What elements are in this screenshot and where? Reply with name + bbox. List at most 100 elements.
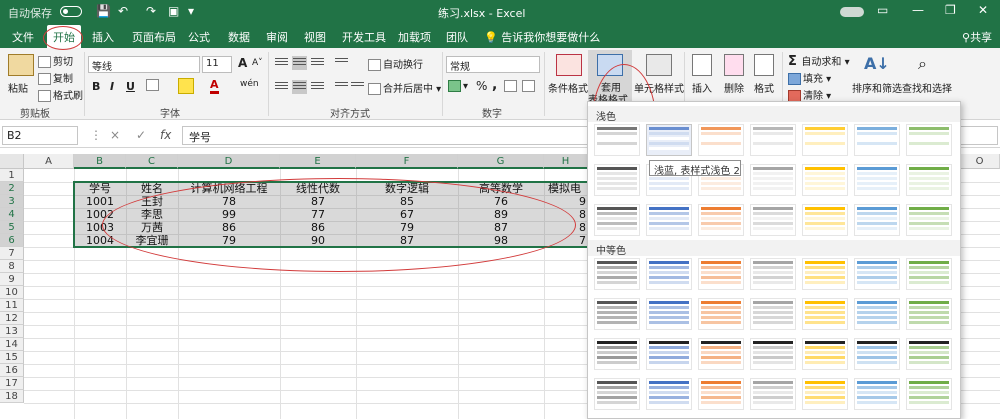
- row-header[interactable]: 12: [0, 312, 24, 325]
- currency-icon[interactable]: ▾: [448, 80, 468, 92]
- fill-color-icon[interactable]: [178, 78, 194, 94]
- undo-icon[interactable]: ↶: [118, 4, 128, 18]
- table-style-swatch[interactable]: [906, 164, 952, 196]
- wrap-text-button[interactable]: 自动换行: [368, 56, 423, 71]
- table-style-swatch[interactable]: [854, 124, 900, 156]
- sort-filter-button[interactable]: 排序和筛选: [852, 80, 902, 95]
- row-header[interactable]: 3: [0, 195, 24, 208]
- table-style-swatch[interactable]: [750, 378, 796, 410]
- align-left-icon[interactable]: [274, 80, 289, 94]
- table-style-swatch[interactable]: [698, 204, 744, 236]
- format-cells-icon[interactable]: [754, 54, 774, 76]
- table-style-swatch[interactable]: [698, 258, 744, 290]
- align-bottom-icon[interactable]: [310, 56, 325, 70]
- tab-data[interactable]: 数据: [228, 29, 250, 45]
- fill-button[interactable]: 填充 ▾: [788, 70, 831, 85]
- redo-icon[interactable]: ↷: [146, 4, 156, 18]
- row-header[interactable]: 6: [0, 234, 24, 247]
- delete-cells-icon[interactable]: [724, 54, 744, 76]
- row-header[interactable]: 16: [0, 364, 24, 377]
- increase-decimal-icon[interactable]: [504, 80, 519, 92]
- table-style-swatch[interactable]: [594, 298, 640, 330]
- font-color-button[interactable]: A: [210, 78, 219, 94]
- column-header-f[interactable]: F: [356, 154, 458, 169]
- share-button[interactable]: ⚲共享: [962, 29, 992, 45]
- row-header[interactable]: 8: [0, 260, 24, 273]
- row-header[interactable]: 10: [0, 286, 24, 299]
- table-style-swatch[interactable]: [906, 378, 952, 410]
- find-select-icon[interactable]: ⌕: [918, 54, 927, 74]
- tab-review[interactable]: 审阅: [266, 29, 288, 45]
- row-header[interactable]: 1: [0, 169, 24, 182]
- tab-formulas[interactable]: 公式: [188, 29, 210, 45]
- tab-file[interactable]: 文件: [12, 29, 34, 45]
- clear-button[interactable]: 清除 ▾: [788, 87, 831, 102]
- paste-button[interactable]: 粘贴: [8, 80, 28, 95]
- cell-styles-icon[interactable]: [646, 54, 672, 76]
- phonetic-button[interactable]: wén: [240, 79, 259, 89]
- row-header[interactable]: 9: [0, 273, 24, 286]
- conditional-format-button[interactable]: 条件格式: [548, 80, 588, 95]
- restore-icon[interactable]: ❐: [945, 3, 956, 17]
- paste-icon[interactable]: [8, 54, 34, 76]
- tab-page-layout[interactable]: 页面布局: [132, 29, 176, 45]
- table-style-swatch[interactable]: [646, 338, 692, 370]
- table-style-swatch[interactable]: [906, 204, 952, 236]
- align-top-icon[interactable]: [274, 56, 289, 70]
- table-style-swatch[interactable]: [854, 298, 900, 330]
- sort-filter-icon[interactable]: A↓: [864, 54, 890, 73]
- tab-team[interactable]: 团队: [446, 29, 468, 45]
- table-style-swatch[interactable]: [854, 204, 900, 236]
- table-style-swatch[interactable]: [854, 378, 900, 410]
- column-header-h[interactable]: H: [544, 154, 588, 169]
- table-style-swatch[interactable]: [906, 298, 952, 330]
- decrease-decimal-icon[interactable]: [522, 80, 537, 92]
- table-style-swatch[interactable]: [594, 164, 640, 196]
- table-style-swatch[interactable]: [646, 124, 692, 156]
- table-header-cell[interactable]: 学号: [74, 182, 126, 195]
- column-header-b[interactable]: B: [74, 154, 126, 169]
- table-style-swatch[interactable]: [646, 258, 692, 290]
- table-style-swatch[interactable]: [802, 164, 848, 196]
- align-middle-icon[interactable]: [292, 56, 307, 70]
- shrink-font-button[interactable]: A˅: [252, 58, 263, 68]
- percent-button[interactable]: %: [476, 79, 487, 93]
- increase-indent-icon[interactable]: [350, 80, 365, 94]
- table-style-swatch[interactable]: [750, 204, 796, 236]
- table-cell[interactable]: 1001: [74, 195, 126, 208]
- cancel-entry-button[interactable]: ×: [110, 128, 120, 142]
- copy-button[interactable]: 复制: [38, 70, 73, 85]
- table-style-swatch[interactable]: [594, 204, 640, 236]
- table-style-swatch[interactable]: [802, 258, 848, 290]
- row-header[interactable]: 4: [0, 208, 24, 221]
- row-header[interactable]: 7: [0, 247, 24, 260]
- table-style-swatch[interactable]: [750, 298, 796, 330]
- customize-qat-icon[interactable]: ▾: [188, 4, 194, 18]
- table-style-swatch[interactable]: [750, 338, 796, 370]
- column-header-e[interactable]: E: [280, 154, 356, 169]
- insert-function-button[interactable]: fx: [160, 128, 171, 142]
- table-style-swatch[interactable]: [698, 338, 744, 370]
- table-style-swatch[interactable]: [646, 204, 692, 236]
- table-style-swatch[interactable]: [646, 378, 692, 410]
- table-style-swatch[interactable]: [698, 124, 744, 156]
- name-box[interactable]: B2: [2, 126, 78, 145]
- table-style-swatch[interactable]: [594, 378, 640, 410]
- align-center-icon[interactable]: [292, 80, 307, 94]
- touch-mode-icon[interactable]: ▣: [168, 4, 179, 18]
- table-style-swatch[interactable]: [906, 258, 952, 290]
- column-header-a[interactable]: A: [24, 154, 74, 169]
- merge-center-button[interactable]: 合并后居中 ▾: [368, 80, 441, 95]
- font-size-select[interactable]: 11: [202, 56, 232, 73]
- number-format-select[interactable]: 常规: [446, 56, 540, 73]
- account-avatar[interactable]: [840, 7, 864, 17]
- table-style-swatch[interactable]: [594, 124, 640, 156]
- bold-button[interactable]: B: [92, 80, 100, 93]
- close-icon[interactable]: ✕: [978, 3, 988, 17]
- delete-cells-button[interactable]: 删除: [724, 80, 744, 95]
- row-header[interactable]: 18: [0, 390, 24, 403]
- row-header[interactable]: 17: [0, 377, 24, 390]
- find-select-button[interactable]: 查找和选择: [902, 80, 952, 95]
- format-painter-button[interactable]: 格式刷: [38, 87, 83, 102]
- column-header-o[interactable]: O: [960, 154, 1000, 169]
